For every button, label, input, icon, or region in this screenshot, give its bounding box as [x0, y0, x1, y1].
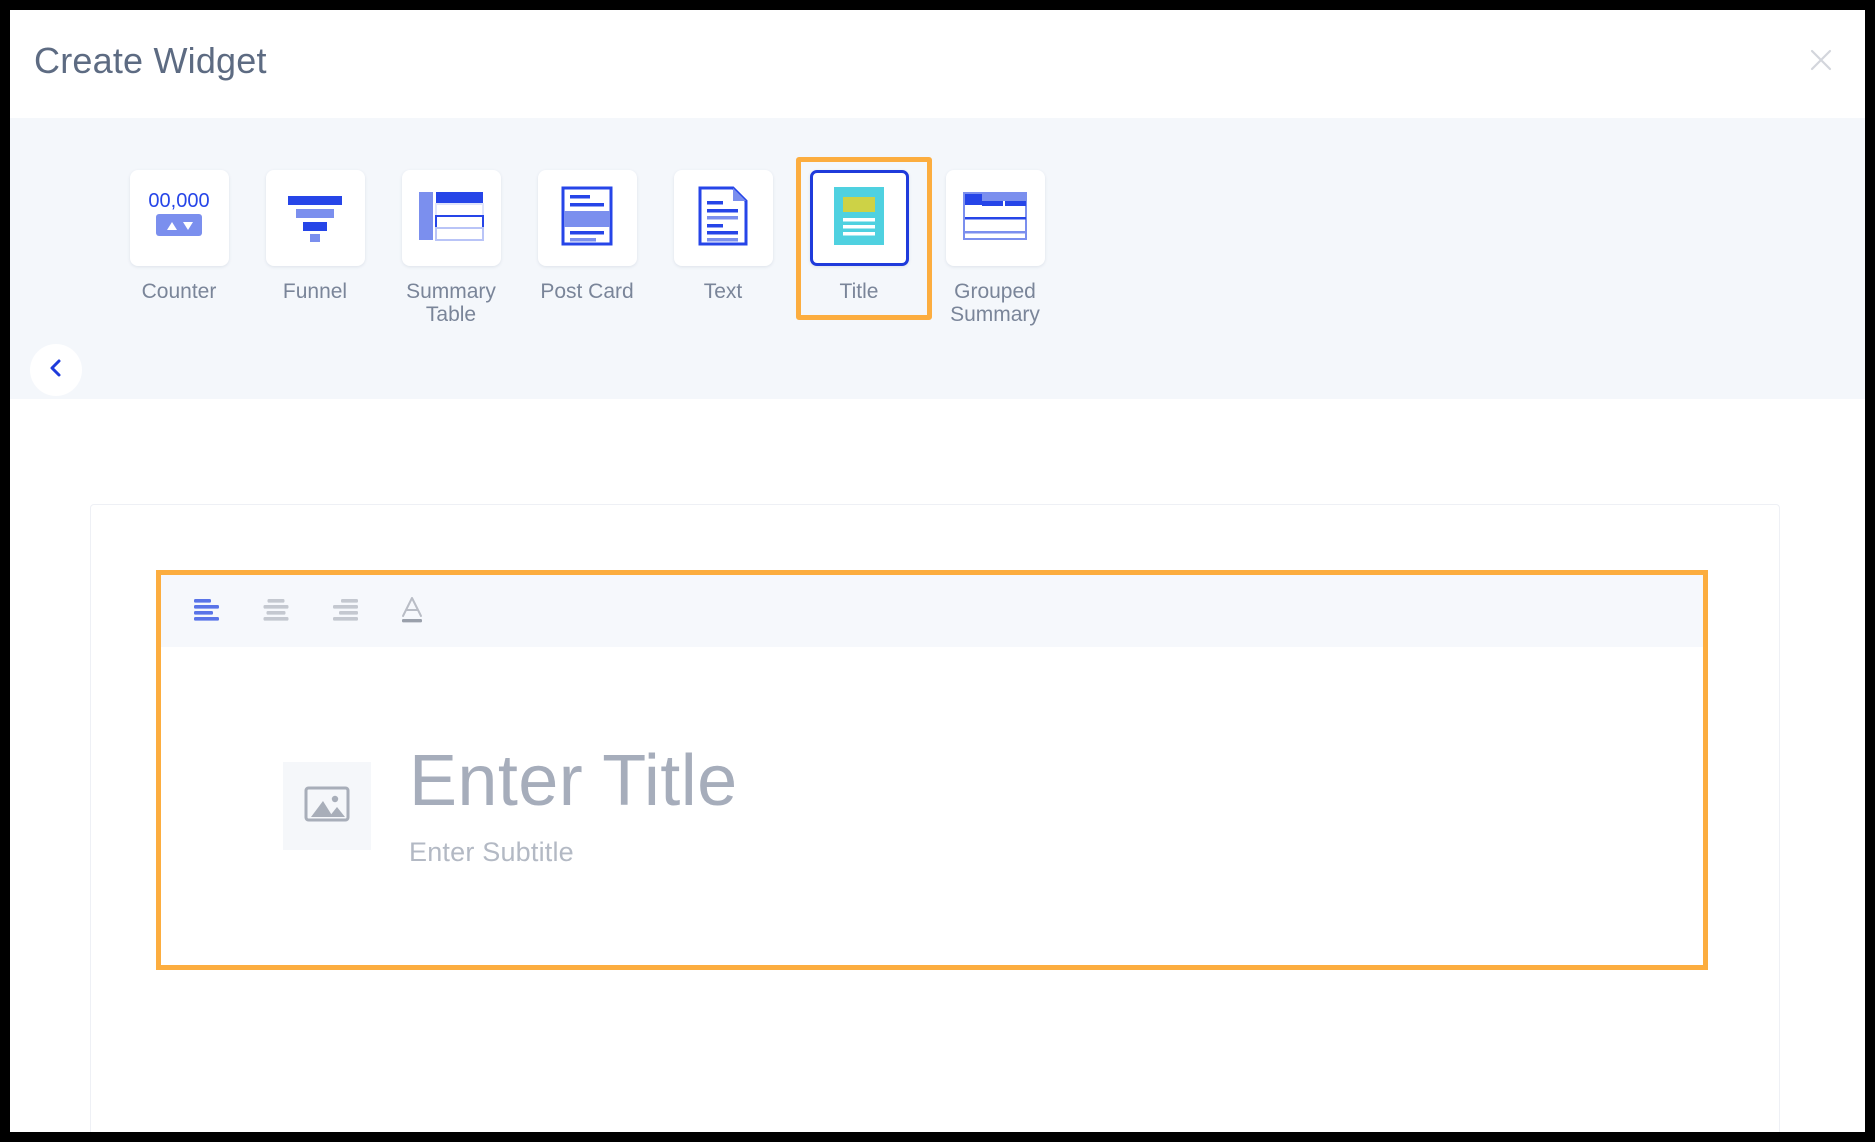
- title-input[interactable]: Enter Title: [409, 743, 738, 820]
- widget-type-text[interactable]: Text: [659, 158, 787, 304]
- widget-type-label: Summary Table: [406, 280, 496, 326]
- grouped-summary-icon: [962, 189, 1028, 248]
- picker-prev-button[interactable]: [30, 344, 82, 396]
- image-upload-placeholder[interactable]: [283, 762, 371, 850]
- widget-type-post-card[interactable]: Post Card: [523, 158, 651, 304]
- create-widget-modal: Create Widget 00,000 Counter Funnel Summ…: [10, 10, 1865, 1132]
- summary-table-icon: [417, 188, 485, 249]
- widget-type-label: Title: [839, 280, 879, 303]
- close-icon: [1806, 45, 1836, 75]
- close-button[interactable]: [1799, 38, 1843, 82]
- font-color-button[interactable]: [385, 584, 439, 638]
- align-left-button[interactable]: [181, 584, 235, 638]
- font-color-icon: [396, 594, 428, 629]
- widget-tile: [945, 170, 1045, 266]
- post-card-icon: [559, 185, 615, 252]
- widget-type-picker: 00,000 Counter Funnel Summary Table Post…: [10, 118, 1865, 399]
- widget-tile: [673, 170, 773, 266]
- image-icon: [302, 782, 352, 831]
- widget-tile: [401, 170, 501, 266]
- widget-type-label: Grouped Summary: [950, 280, 1040, 326]
- chevron-left-icon: [45, 357, 67, 384]
- align-center-icon: [260, 596, 292, 627]
- widget-preview-area: Enter Title Enter Subtitle: [10, 399, 1865, 1132]
- widget-type-label: Text: [703, 280, 743, 303]
- widget-type-grouped-summary[interactable]: Grouped Summary: [931, 158, 1059, 326]
- title-widget-body: Enter Title Enter Subtitle: [161, 647, 1703, 965]
- widget-tile: 00,000: [129, 170, 229, 266]
- align-right-button[interactable]: [317, 584, 371, 638]
- title-icon: [830, 185, 888, 252]
- title-widget-editor[interactable]: Enter Title Enter Subtitle: [156, 570, 1708, 970]
- preview-card: Enter Title Enter Subtitle: [90, 504, 1780, 1132]
- widget-tile: [809, 170, 909, 266]
- subtitle-input[interactable]: Enter Subtitle: [409, 837, 738, 868]
- widget-type-counter[interactable]: 00,000 Counter: [115, 158, 243, 304]
- text-icon: [695, 185, 751, 252]
- modal-header: Create Widget: [10, 10, 1865, 118]
- align-right-icon: [328, 596, 360, 627]
- align-left-icon: [192, 596, 224, 627]
- widget-type-summary-table[interactable]: Summary Table: [387, 158, 515, 326]
- widget-type-label: Counter: [141, 280, 217, 303]
- align-center-button[interactable]: [249, 584, 303, 638]
- widget-type-label: Funnel: [282, 280, 348, 303]
- page-title: Create Widget: [34, 40, 267, 81]
- widget-tile: [265, 170, 365, 266]
- counter-icon: 00,000: [142, 186, 216, 251]
- svg-text:00,000: 00,000: [148, 190, 209, 212]
- widget-type-label: Post Card: [540, 280, 634, 303]
- title-text-block: Enter Title Enter Subtitle: [409, 743, 738, 869]
- editor-toolbar: [161, 575, 1703, 647]
- widget-type-title[interactable]: Title: [795, 157, 932, 320]
- widget-type-funnel[interactable]: Funnel: [251, 158, 379, 304]
- funnel-icon: [282, 188, 348, 249]
- widget-type-list: 00,000 Counter Funnel Summary Table Post…: [115, 157, 1067, 326]
- widget-tile: [537, 170, 637, 266]
